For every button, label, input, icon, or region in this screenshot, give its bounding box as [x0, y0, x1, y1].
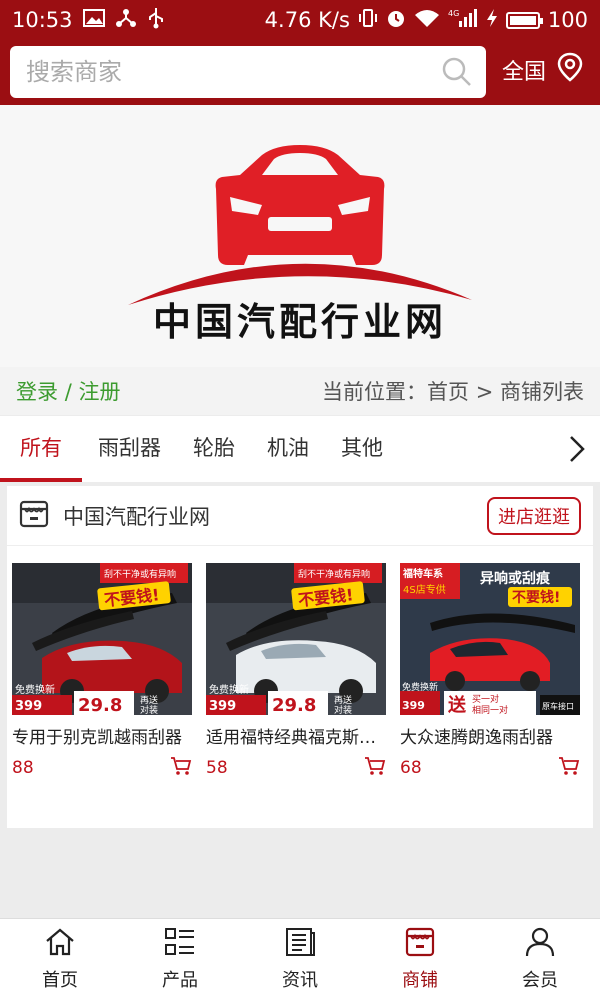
site-banner: 中国汽配行业网	[0, 105, 600, 367]
site-name: 中国汽配行业网	[152, 299, 447, 344]
home-icon	[44, 927, 76, 962]
product-title[interactable]: 专用于别克凯越雨刮器	[12, 723, 188, 748]
product-card[interactable]: 刮不干净或有异响 不要钱! 399 免费换新 29.8 再送 对装 适用福特经典…	[206, 563, 386, 780]
register-link[interactable]: 注册	[78, 380, 120, 404]
cart-icon[interactable]	[170, 756, 192, 780]
enter-shop-button[interactable]: 进店逛逛	[487, 496, 581, 535]
battery-icon	[505, 11, 543, 29]
promo-price: 29.8	[272, 695, 316, 715]
product-price: 58	[206, 758, 228, 778]
chevron-right-icon[interactable]	[568, 434, 586, 468]
search-icon[interactable]	[442, 57, 472, 91]
promo-text: 4S店专供	[403, 583, 446, 596]
list-icon	[164, 927, 196, 962]
product-title[interactable]: 适用福特经典福克斯雨刮	[206, 723, 382, 748]
store-icon	[19, 500, 49, 532]
account-links: 登录 / 注册	[16, 376, 120, 406]
account-separator: /	[64, 380, 72, 404]
nav-label: 首页	[42, 970, 78, 991]
svg-text:4G: 4G	[448, 9, 459, 18]
charging-icon	[486, 8, 498, 33]
region-label: 全国	[502, 60, 547, 85]
login-breadcrumb-bar: 登录 / 注册 当前位置：首页 > 商铺列表	[0, 367, 600, 415]
promo-text: 对装	[334, 704, 352, 715]
promo-price: 29.8	[78, 695, 122, 715]
nav-news[interactable]: 资讯	[240, 919, 360, 1000]
nav-stores[interactable]: 商铺	[360, 919, 480, 1000]
nav-label: 商铺	[402, 970, 438, 991]
product-image[interactable]: 刮不干净或有异响 不要钱! 399 免费换新 29.8 再送 对装	[12, 563, 192, 715]
alarm-icon	[386, 8, 406, 33]
status-bar: 10:53 4.76 K/s 4G 100	[0, 0, 600, 40]
promo-price: 399	[402, 699, 425, 712]
product-card[interactable]: 福特车系 4S店专供 异响或刮痕 不要钱! 399 免费换新 送 买一对 相同一…	[400, 563, 580, 780]
tab-tires[interactable]: 轮胎	[177, 416, 251, 482]
promo-text: 刮不干净或有异响	[298, 568, 370, 580]
product-image[interactable]: 刮不干净或有异响 不要钱! 399 免费换新 29.8 再送 对装	[206, 563, 386, 715]
cart-icon[interactable]	[364, 756, 386, 780]
share-icon	[115, 8, 137, 33]
breadcrumb-arrow: >	[475, 380, 494, 404]
tab-other[interactable]: 其他	[325, 416, 399, 482]
promo-text: 免费换新	[209, 683, 249, 696]
network-speed: 4.76 K/s	[264, 8, 350, 32]
wifi-icon	[414, 8, 440, 33]
product-price: 68	[400, 758, 422, 778]
tab-all[interactable]: 所有	[0, 416, 82, 482]
promo-text: 免费换新	[15, 683, 55, 696]
promo-text: 福特车系	[402, 567, 443, 580]
promo-text: 相同一对	[472, 704, 508, 715]
promo-text: 再送	[140, 694, 158, 706]
nav-label: 产品	[162, 970, 198, 991]
product-price: 88	[12, 758, 34, 778]
news-icon	[284, 927, 316, 962]
nav-label: 资讯	[282, 970, 318, 991]
search-input[interactable]	[26, 46, 426, 98]
promo-text: 异响或刮痕	[480, 570, 551, 587]
user-icon	[524, 927, 556, 962]
promo-text: 原车接口	[542, 701, 574, 711]
promo-price: 399	[209, 699, 236, 714]
tab-wipers[interactable]: 雨刮器	[82, 416, 177, 482]
promo-text: 买一对	[472, 693, 499, 705]
battery-level: 100	[547, 8, 588, 32]
shop-name: 中国汽配行业网	[63, 504, 210, 529]
nav-home[interactable]: 首页	[0, 919, 120, 1000]
product-image[interactable]: 福特车系 4S店专供 异响或刮痕 不要钱! 399 免费换新 送 买一对 相同一…	[400, 563, 580, 715]
usb-icon	[147, 7, 165, 34]
status-time: 10:53	[12, 8, 73, 32]
promo-text: 对装	[140, 704, 158, 715]
signal-icon: 4G	[448, 8, 478, 33]
promo-text: 再送	[334, 694, 352, 706]
shop-header: 中国汽配行业网 进店逛逛	[7, 486, 593, 546]
cart-icon[interactable]	[558, 756, 580, 780]
breadcrumb-current: 商铺列表	[500, 380, 584, 404]
search-header: 全国	[0, 40, 600, 105]
store-icon	[404, 927, 436, 962]
product-card[interactable]: 刮不干净或有异响 不要钱! 399 免费换新 29.8 再送 对装 专用于别克凯…	[12, 563, 192, 780]
location-pin-icon	[556, 52, 584, 88]
promo-text: 免费换新	[402, 681, 438, 693]
promo-price: 399	[15, 699, 42, 714]
bottom-nav: 首页 产品 资讯 商铺 会员	[0, 918, 600, 1000]
login-link[interactable]: 登录	[16, 380, 58, 404]
nav-products[interactable]: 产品	[120, 919, 240, 1000]
category-tabs: 所有 雨刮器 轮胎 机油 其他	[0, 416, 600, 482]
product-title[interactable]: 大众速腾朗逸雨刮器	[400, 723, 576, 748]
search-box[interactable]	[10, 46, 486, 98]
promo-text: 送	[447, 694, 467, 715]
breadcrumb-label: 当前位置：	[322, 380, 428, 404]
image-icon	[82, 8, 105, 32]
vibrate-icon	[358, 8, 378, 33]
shop-card: 中国汽配行业网 进店逛逛 刮不干净或有异响 不要钱! 399 免费换新 29.8…	[7, 486, 593, 828]
nav-member[interactable]: 会员	[480, 919, 600, 1000]
breadcrumb-home[interactable]: 首页	[427, 380, 469, 404]
region-selector[interactable]: 全国	[502, 52, 584, 88]
promo-text: 刮不干净或有异响	[104, 568, 176, 580]
nav-label: 会员	[522, 970, 558, 991]
breadcrumb: 当前位置：首页 > 商铺列表	[322, 376, 584, 406]
promo-text: 不要钱!	[512, 589, 560, 606]
tab-oil[interactable]: 机油	[251, 416, 325, 482]
